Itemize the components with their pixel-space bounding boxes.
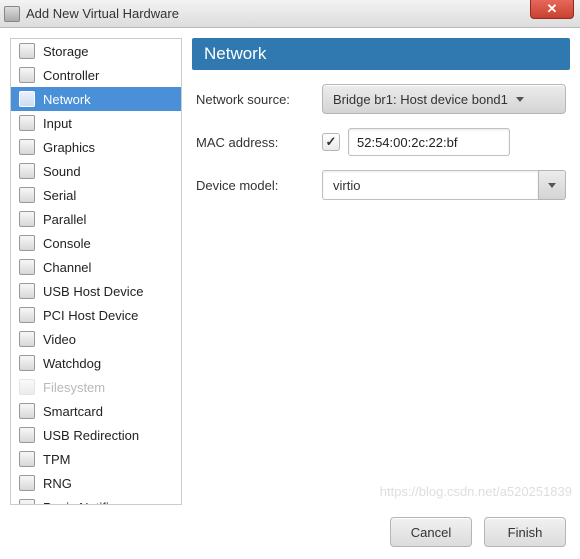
- network-icon: [19, 91, 35, 107]
- sidebar-item-parallel[interactable]: Parallel: [11, 207, 181, 231]
- pci-icon: [19, 307, 35, 323]
- chevron-down-icon: [548, 183, 556, 188]
- device-model-row: Device model: virtio: [196, 170, 566, 200]
- sidebar-item-graphics[interactable]: Graphics: [11, 135, 181, 159]
- video-icon: [19, 331, 35, 347]
- sidebar-item-label: RNG: [43, 476, 72, 491]
- sidebar-item-video[interactable]: Video: [11, 327, 181, 351]
- device-model-value: virtio: [333, 178, 360, 193]
- content: Storage Controller Network Input Graphics Sou…: [0, 28, 580, 505]
- sidebar-item-console[interactable]: Console: [11, 231, 181, 255]
- sidebar-item-storage[interactable]: Storage: [11, 39, 181, 63]
- cancel-button[interactable]: Cancel: [390, 517, 472, 547]
- titlebar: Add New Virtual Hardware ✕: [0, 0, 580, 28]
- input-icon: [19, 115, 35, 131]
- panic-icon: [19, 499, 35, 505]
- sidebar-item-pci-host-device[interactable]: PCI Host Device: [11, 303, 181, 327]
- sidebar-item-label: Watchdog: [43, 356, 101, 371]
- dialog-footer: Cancel Finish: [0, 505, 580, 559]
- usbredir-icon: [19, 427, 35, 443]
- sidebar-item-label: USB Host Device: [43, 284, 143, 299]
- device-model-input[interactable]: virtio: [322, 170, 538, 200]
- sidebar-item-label: Network: [43, 92, 91, 107]
- window-title: Add New Virtual Hardware: [26, 6, 179, 21]
- sidebar-item-usb-host-device[interactable]: USB Host Device: [11, 279, 181, 303]
- device-model-dropdown-button[interactable]: [538, 170, 566, 200]
- sidebar-item-label: Channel: [43, 260, 91, 275]
- sidebar-item-label: Video: [43, 332, 76, 347]
- sidebar-item-label: Parallel: [43, 212, 86, 227]
- sidebar-item-filesystem: Filesystem: [11, 375, 181, 399]
- network-source-label: Network source:: [196, 92, 314, 107]
- controller-icon: [19, 67, 35, 83]
- mac-address-input[interactable]: [348, 128, 510, 156]
- usb-icon: [19, 283, 35, 299]
- close-button[interactable]: ✕: [530, 0, 574, 19]
- sidebar-item-rng[interactable]: RNG: [11, 471, 181, 495]
- storage-icon: [19, 43, 35, 59]
- sidebar-item-label: Serial: [43, 188, 76, 203]
- sidebar-item-label: Smartcard: [43, 404, 103, 419]
- channel-icon: [19, 259, 35, 275]
- check-icon: ✓: [326, 134, 337, 150]
- sidebar-item-watchdog[interactable]: Watchdog: [11, 351, 181, 375]
- sidebar-item-sound[interactable]: Sound: [11, 159, 181, 183]
- smartcard-icon: [19, 403, 35, 419]
- filesystem-icon: [19, 379, 35, 395]
- sidebar-item-label: Console: [43, 236, 91, 251]
- network-source-value: Bridge br1: Host device bond1: [333, 92, 508, 107]
- device-model-combo[interactable]: virtio: [322, 170, 566, 200]
- sidebar-item-input[interactable]: Input: [11, 111, 181, 135]
- sidebar-item-network[interactable]: Network: [11, 87, 181, 111]
- close-icon: ✕: [547, 1, 558, 17]
- sidebar-item-channel[interactable]: Channel: [11, 255, 181, 279]
- app-icon: [4, 6, 20, 22]
- rng-icon: [19, 475, 35, 491]
- sidebar-item-label: Panic Notifier: [43, 500, 120, 506]
- sidebar-item-controller[interactable]: Controller: [11, 63, 181, 87]
- sidebar-item-label: Input: [43, 116, 72, 131]
- hardware-type-list[interactable]: Storage Controller Network Input Graphics Sou…: [10, 38, 182, 505]
- network-source-dropdown[interactable]: Bridge br1: Host device bond1: [322, 84, 566, 114]
- sidebar-item-tpm[interactable]: TPM: [11, 447, 181, 471]
- device-model-label: Device model:: [196, 178, 314, 193]
- main-panel: Network Network source: Bridge br1: Host…: [192, 38, 570, 505]
- mac-address-checkbox[interactable]: ✓: [322, 133, 340, 151]
- sidebar-item-label: Controller: [43, 68, 99, 83]
- network-source-row: Network source: Bridge br1: Host device …: [196, 84, 566, 114]
- graphics-icon: [19, 139, 35, 155]
- sidebar-item-label: Filesystem: [43, 380, 105, 395]
- section-header: Network: [192, 38, 570, 70]
- mac-address-label: MAC address:: [196, 135, 314, 150]
- tpm-icon: [19, 451, 35, 467]
- sidebar-item-serial[interactable]: Serial: [11, 183, 181, 207]
- sidebar-item-label: Sound: [43, 164, 81, 179]
- form: Network source: Bridge br1: Host device …: [192, 70, 570, 228]
- chevron-down-icon: [516, 97, 524, 102]
- sidebar-item-label: PCI Host Device: [43, 308, 138, 323]
- watchdog-icon: [19, 355, 35, 371]
- serial-icon: [19, 187, 35, 203]
- sidebar-item-usb-redirection[interactable]: USB Redirection: [11, 423, 181, 447]
- sidebar-item-label: Storage: [43, 44, 89, 59]
- sidebar-item-label: Graphics: [43, 140, 95, 155]
- sidebar-item-label: TPM: [43, 452, 70, 467]
- finish-button[interactable]: Finish: [484, 517, 566, 547]
- sound-icon: [19, 163, 35, 179]
- mac-address-row: MAC address: ✓: [196, 128, 566, 156]
- sidebar-item-panic-notifier[interactable]: Panic Notifier: [11, 495, 181, 505]
- sidebar-item-label: USB Redirection: [43, 428, 139, 443]
- console-icon: [19, 235, 35, 251]
- sidebar-item-smartcard[interactable]: Smartcard: [11, 399, 181, 423]
- parallel-icon: [19, 211, 35, 227]
